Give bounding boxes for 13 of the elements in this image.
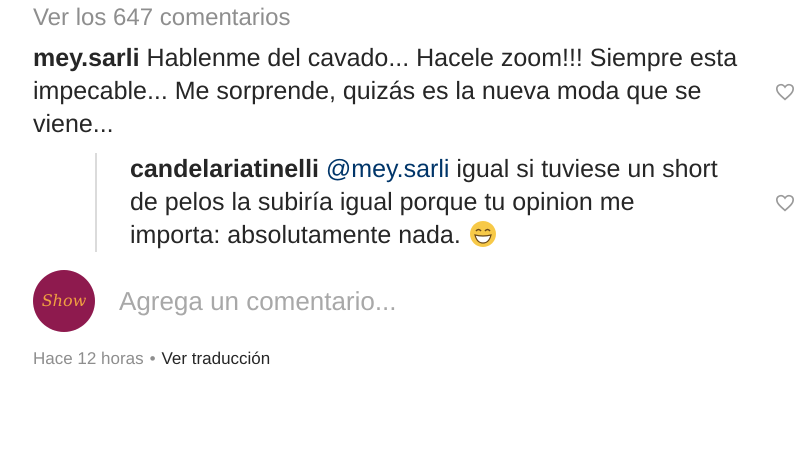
separator-dot: • <box>150 348 156 370</box>
avatar-logo-text: Show <box>42 290 86 312</box>
username-link[interactable]: candelariatinelli <box>130 155 319 183</box>
comment-text: mey.sarli Hablenme del cavado... Hacele zoom!!! Siempre esta impecable... Me sorprende, quizás es la nueva moda que se viene... <box>33 43 738 140</box>
heart-icon[interactable] <box>775 82 795 100</box>
username-link[interactable]: mey.sarli <box>33 44 140 72</box>
comment-input-field[interactable]: Agrega un comentario... <box>119 282 639 320</box>
heart-icon[interactable] <box>775 194 795 212</box>
grin-emoji-icon <box>468 220 497 248</box>
timestamp: Hace 12 horas <box>33 348 144 370</box>
mention-link[interactable]: @mey.sarli <box>326 155 450 183</box>
translate-link[interactable]: Ver traducción <box>162 346 270 372</box>
reply-text: candelariatinelli @mey.sarli igual si tuviese un short de pelos la subiría igual porque tu opinion me importa: absolutamente nada. <box>130 154 719 251</box>
